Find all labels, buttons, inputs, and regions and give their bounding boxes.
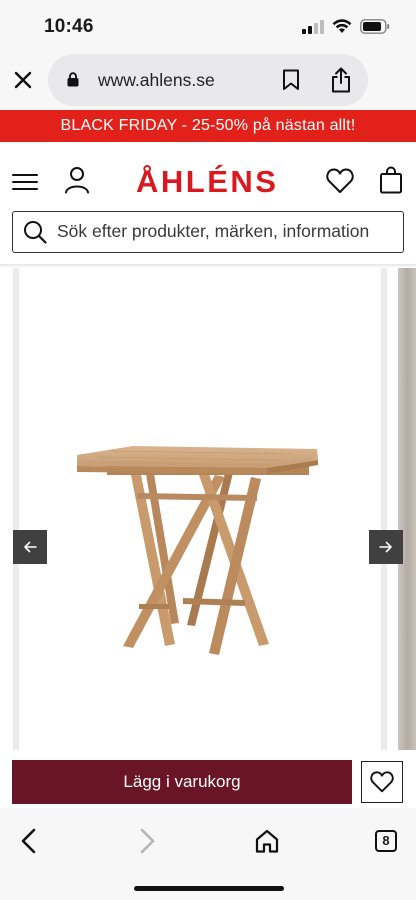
home-icon[interactable] (254, 828, 280, 854)
user-icon[interactable] (64, 166, 90, 194)
search-input[interactable] (57, 212, 397, 251)
status-time: 10:46 (44, 16, 94, 37)
add-to-cart-button[interactable]: Lägg i varukorg (12, 760, 352, 804)
search-box[interactable] (12, 211, 404, 253)
search-icon (24, 221, 47, 244)
heart-icon (370, 771, 394, 793)
add-to-cart-row: Lägg i varukorg (0, 760, 416, 806)
wifi-icon (332, 19, 352, 33)
chevron-right-icon[interactable] (136, 828, 158, 854)
carousel-next-button[interactable] (369, 530, 403, 564)
battery-icon (360, 19, 390, 34)
status-icons (302, 19, 390, 34)
product-image[interactable] (19, 268, 381, 750)
add-to-wishlist-button[interactable] (361, 761, 403, 803)
bookmark-icon[interactable] (282, 69, 300, 91)
product-image-carousel[interactable] (0, 268, 416, 750)
close-icon (14, 71, 32, 89)
tabs-button[interactable]: 8 (375, 830, 397, 852)
carousel-gap (381, 268, 387, 750)
signal-icon (302, 19, 324, 34)
next-slide-preview[interactable] (398, 268, 416, 750)
promo-banner[interactable]: BLACK FRIDAY - 25-50% på nästan allt! (0, 110, 416, 142)
site-logo[interactable]: ÅHLÉNS (136, 164, 278, 200)
address-bar[interactable]: www.ahlens.se (48, 54, 368, 106)
hamburger-menu-icon[interactable] (12, 172, 38, 192)
share-icon[interactable] (330, 67, 352, 93)
browser-toolbar: www.ahlens.se (0, 52, 416, 110)
chevron-left-icon[interactable] (18, 828, 40, 854)
home-indicator (134, 886, 284, 891)
folding-table-image (77, 446, 318, 655)
heart-icon[interactable] (326, 168, 354, 194)
status-bar: 10:46 (0, 0, 416, 52)
close-tab-button[interactable] (10, 65, 36, 95)
site-header: ÅHLÉNS (0, 142, 416, 266)
shopping-bag-icon[interactable] (379, 166, 403, 194)
arrow-right-icon (379, 541, 392, 553)
carousel-prev-button[interactable] (13, 530, 47, 564)
lock-icon (67, 72, 79, 87)
browser-bottom-nav: 8 (0, 808, 416, 900)
arrow-left-icon (24, 541, 37, 553)
url-text: www.ahlens.se (98, 70, 215, 90)
